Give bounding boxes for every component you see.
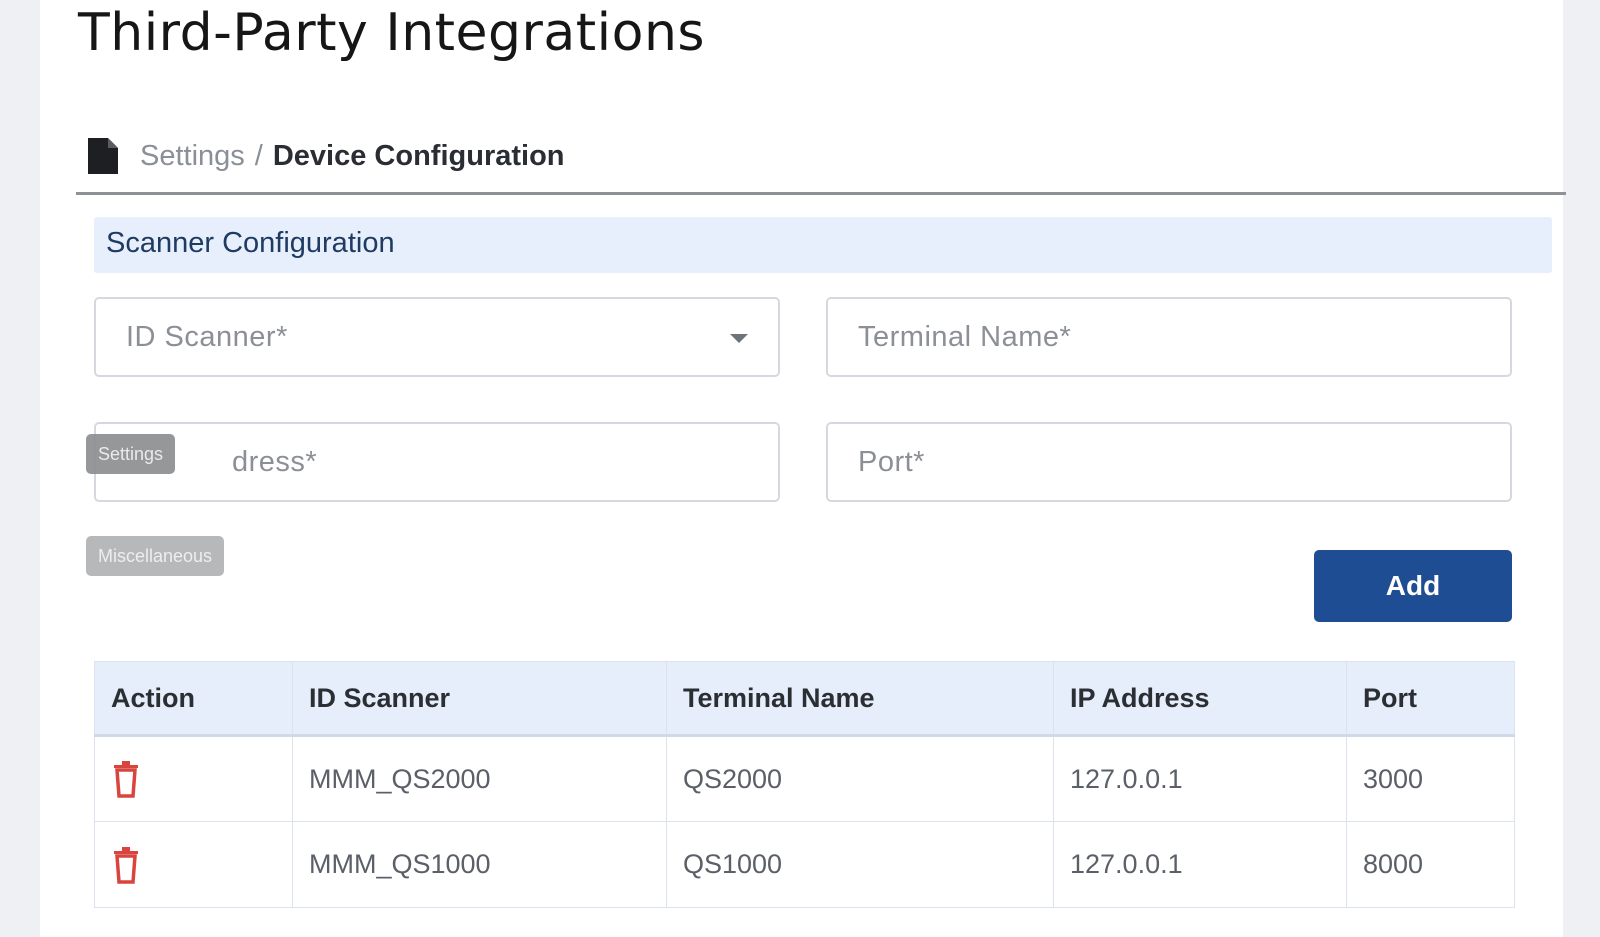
column-header-id-scanner: ID Scanner	[292, 661, 667, 737]
column-header-ip-address: IP Address	[1053, 661, 1347, 737]
ip-address-input[interactable]: dress*	[94, 422, 780, 502]
trash-icon[interactable]	[111, 760, 141, 798]
column-header-port: Port	[1346, 661, 1515, 737]
column-header-action: Action	[94, 661, 293, 737]
main-card: Third-Party Integrations Settings / Devi…	[40, 0, 1566, 937]
table-row: MMM_QS1000 QS1000 127.0.0.1 8000	[94, 821, 1515, 908]
table-row: MMM_QS2000 QS2000 127.0.0.1 3000	[94, 735, 1515, 822]
header-divider	[76, 192, 1566, 195]
id-scanner-cell: MMM_QS1000	[292, 821, 667, 908]
settings-tooltip: Settings	[86, 434, 176, 474]
column-header-terminal-name: Terminal Name	[666, 661, 1054, 737]
id-scanner-cell: MMM_QS2000	[292, 735, 667, 822]
port-cell: 8000	[1346, 821, 1515, 908]
add-button[interactable]: Add	[1314, 550, 1512, 622]
scanner-table: Action ID Scanner Terminal Name IP Addre…	[94, 661, 1515, 908]
port-label: Port*	[858, 446, 925, 478]
port-cell: 3000	[1346, 735, 1515, 822]
ip-address-cell: 127.0.0.1	[1053, 821, 1347, 908]
miscellaneous-tooltip: Miscellaneous	[86, 536, 225, 576]
port-input[interactable]: Port*	[826, 422, 1512, 502]
breadcrumb: Settings / Device Configuration	[86, 136, 565, 176]
document-icon	[88, 138, 118, 174]
terminal-name-cell: QS2000	[666, 735, 1054, 822]
section-title: Scanner Configuration	[106, 227, 395, 259]
trash-icon[interactable]	[111, 846, 141, 884]
table-header-row: Action ID Scanner Terminal Name IP Addre…	[94, 661, 1515, 737]
breadcrumb-current: Device Configuration	[272, 139, 565, 172]
action-cell	[94, 735, 293, 822]
breadcrumb-settings-link[interactable]: Settings	[140, 140, 245, 173]
section-header: Scanner Configuration	[94, 217, 1552, 273]
chevron-down-icon	[730, 334, 748, 343]
terminal-name-input[interactable]: Terminal Name*	[826, 297, 1512, 377]
ip-address-cell: 127.0.0.1	[1053, 735, 1347, 822]
page-title: Third-Party Integrations	[78, 3, 705, 63]
action-cell	[94, 821, 293, 908]
breadcrumb-separator: /	[254, 139, 263, 172]
ip-address-label: dress*	[232, 446, 318, 478]
id-scanner-label: ID Scanner*	[126, 321, 288, 353]
terminal-name-label: Terminal Name*	[858, 321, 1072, 353]
terminal-name-cell: QS1000	[666, 821, 1054, 908]
id-scanner-select[interactable]: ID Scanner*	[94, 297, 780, 377]
